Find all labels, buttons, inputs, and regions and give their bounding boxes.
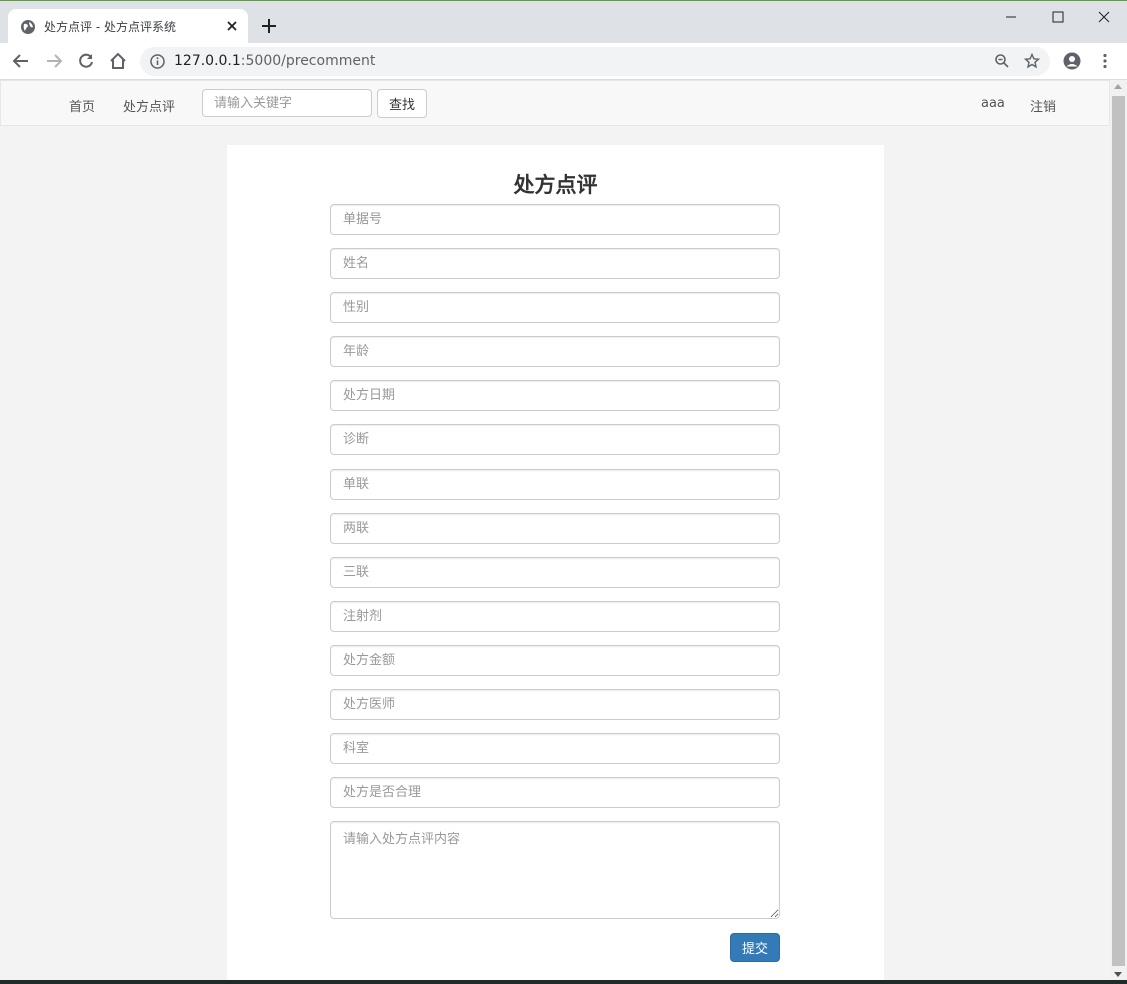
bookmark-star-icon[interactable] <box>1024 53 1040 69</box>
field-department[interactable] <box>330 733 780 764</box>
field-gender[interactable] <box>330 292 780 323</box>
reload-icon[interactable] <box>77 52 95 70</box>
field-diagnosis[interactable] <box>330 424 780 455</box>
field-document-no[interactable] <box>330 204 780 235</box>
url-text: 127.0.0.1:5000/precomment <box>174 53 375 69</box>
submit-button[interactable]: 提交 <box>730 933 780 962</box>
navbar: 首页 处方点评 查找 aaa 注销 <box>0 80 1110 126</box>
page-title: 处方点评 <box>513 172 598 197</box>
home-icon[interactable] <box>109 52 127 70</box>
tab-title: 处方点评 - 处方点评系统 <box>44 20 176 34</box>
address-bar[interactable]: 127.0.0.1:5000/precomment <box>140 47 1050 76</box>
nav-user-link[interactable]: aaa <box>981 96 1005 111</box>
browser-tab-strip: 处方点评 - 处方点评系统 <box>0 0 1127 44</box>
field-name[interactable] <box>330 248 780 279</box>
taskbar-edge <box>0 980 1127 984</box>
menu-dots-icon[interactable] <box>1096 52 1114 70</box>
globe-icon <box>21 20 35 34</box>
search-button[interactable]: 查找 <box>377 89 427 118</box>
url-host: 127.0.0.1 <box>174 53 241 69</box>
browser-toolbar: 127.0.0.1:5000/precomment <box>0 43 1127 80</box>
field-is-reasonable[interactable] <box>330 777 780 808</box>
account-icon[interactable] <box>1063 52 1081 70</box>
url-path: :5000/precomment <box>240 53 376 69</box>
field-age[interactable] <box>330 336 780 367</box>
field-amount[interactable] <box>330 645 780 676</box>
zoom-icon[interactable] <box>994 53 1010 69</box>
new-tab-plus-icon[interactable] <box>262 19 276 33</box>
scroll-up-arrow-icon[interactable] <box>1114 84 1122 89</box>
maximize-icon[interactable] <box>1050 9 1066 25</box>
field-injection[interactable] <box>330 601 780 632</box>
comment-form-card: 处方点评 提交 <box>227 145 884 980</box>
field-triple-copy[interactable] <box>330 557 780 588</box>
scroll-thumb[interactable] <box>1112 96 1125 966</box>
scroll-down-arrow-icon[interactable] <box>1114 972 1122 977</box>
minimize-icon[interactable] <box>1003 9 1019 25</box>
field-physician[interactable] <box>330 689 780 720</box>
nav-logout-link[interactable]: 注销 <box>1030 96 1056 115</box>
comment-textarea[interactable] <box>330 821 780 919</box>
field-double-copy[interactable] <box>330 513 780 544</box>
field-single-copy[interactable] <box>330 469 780 500</box>
back-arrow-icon[interactable] <box>12 52 30 70</box>
page-viewport: 首页 处方点评 查找 aaa 注销 处方点评 提交 <box>0 80 1110 980</box>
close-icon[interactable] <box>226 20 238 32</box>
nav-comment-link[interactable]: 处方点评 <box>123 96 175 115</box>
page-scrollbar[interactable] <box>1110 80 1127 980</box>
field-prescription-date[interactable] <box>330 380 780 411</box>
browser-tab[interactable]: 处方点评 - 处方点评系统 <box>8 9 248 44</box>
search-input[interactable] <box>202 89 372 117</box>
forward-arrow-icon[interactable] <box>45 52 63 70</box>
info-icon[interactable] <box>150 54 165 69</box>
window-close-icon[interactable] <box>1096 9 1112 25</box>
nav-home-link[interactable]: 首页 <box>69 96 95 115</box>
